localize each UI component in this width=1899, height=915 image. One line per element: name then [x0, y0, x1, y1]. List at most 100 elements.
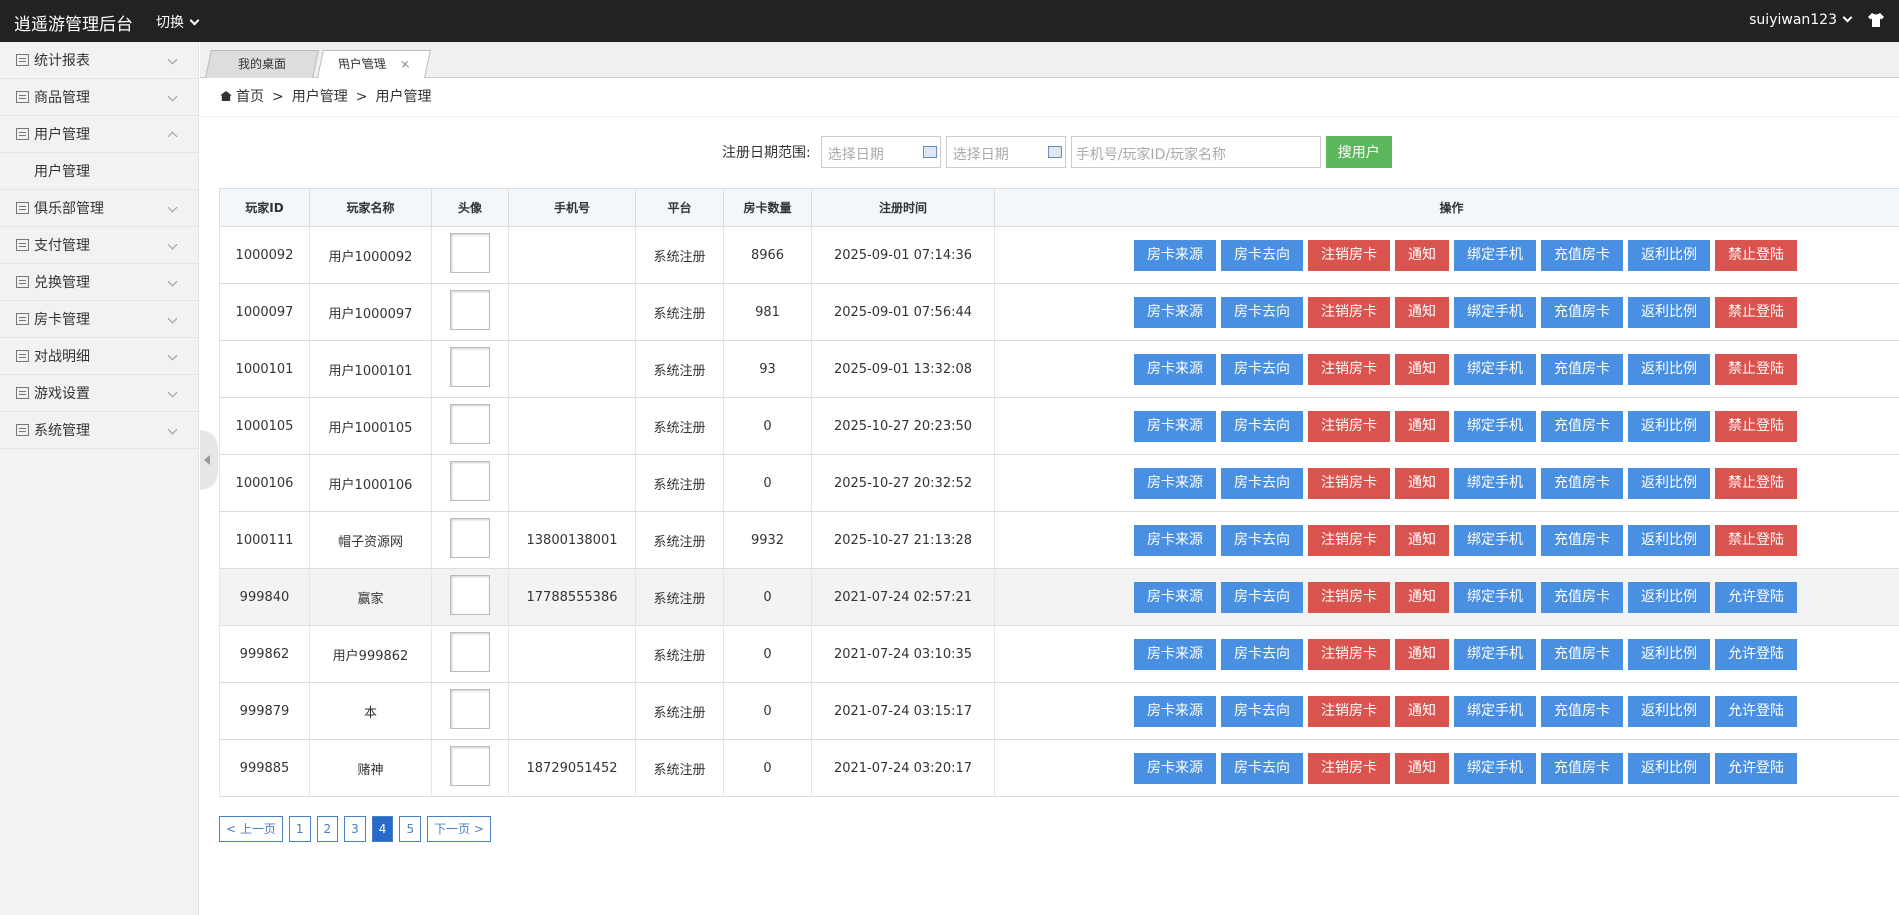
card-destination-button[interactable]: 房卡去向	[1221, 353, 1303, 385]
cancel-cards-button[interactable]: 注销房卡	[1308, 581, 1390, 613]
sidebar-item[interactable]: 系统管理	[0, 412, 198, 449]
page-button[interactable]: 4	[371, 816, 394, 842]
notify-button[interactable]: 通知	[1395, 638, 1449, 670]
card-destination-button[interactable]: 房卡去向	[1221, 410, 1303, 442]
recharge-cards-button[interactable]: 充值房卡	[1541, 581, 1623, 613]
breadcrumb-home[interactable]: 首页	[236, 89, 264, 105]
shirt-icon[interactable]	[1867, 11, 1885, 29]
card-destination-button[interactable]: 房卡去向	[1221, 752, 1303, 784]
recharge-cards-button[interactable]: 充值房卡	[1541, 752, 1623, 784]
sidebar-item[interactable]: 房卡管理	[0, 301, 198, 338]
sidebar-item[interactable]: 用户管理	[0, 116, 198, 153]
rebate-ratio-button[interactable]: 返利比例	[1628, 638, 1710, 670]
next-page-button[interactable]: 下一页 >	[427, 816, 491, 842]
login-toggle-button[interactable]: 允许登陆	[1715, 695, 1797, 727]
rebate-ratio-button[interactable]: 返利比例	[1628, 239, 1710, 271]
card-destination-button[interactable]: 房卡去向	[1221, 695, 1303, 727]
recharge-cards-button[interactable]: 充值房卡	[1541, 467, 1623, 499]
card-source-button[interactable]: 房卡来源	[1134, 296, 1216, 328]
card-destination-button[interactable]: 房卡去向	[1221, 581, 1303, 613]
rebate-ratio-button[interactable]: 返利比例	[1628, 296, 1710, 328]
cancel-cards-button[interactable]: 注销房卡	[1308, 296, 1390, 328]
cancel-cards-button[interactable]: 注销房卡	[1308, 524, 1390, 556]
prev-page-button[interactable]: < 上一页	[219, 816, 283, 842]
recharge-cards-button[interactable]: 充值房卡	[1541, 239, 1623, 271]
end-date-input[interactable]: 选择日期	[945, 136, 1066, 168]
recharge-cards-button[interactable]: 充值房卡	[1541, 524, 1623, 556]
bind-phone-button[interactable]: 绑定手机	[1454, 410, 1536, 442]
close-icon[interactable]: ×	[397, 51, 413, 77]
card-source-button[interactable]: 房卡来源	[1134, 410, 1216, 442]
notify-button[interactable]: 通知	[1395, 695, 1449, 727]
rebate-ratio-button[interactable]: 返利比例	[1628, 581, 1710, 613]
page-button[interactable]: 5	[399, 816, 422, 842]
card-source-button[interactable]: 房卡来源	[1134, 581, 1216, 613]
rebate-ratio-button[interactable]: 返利比例	[1628, 467, 1710, 499]
card-destination-button[interactable]: 房卡去向	[1221, 467, 1303, 499]
sidebar-item[interactable]: 统计报表	[0, 42, 198, 79]
user-menu[interactable]: suiyiwan123	[1749, 12, 1853, 28]
cancel-cards-button[interactable]: 注销房卡	[1308, 752, 1390, 784]
card-source-button[interactable]: 房卡来源	[1134, 239, 1216, 271]
recharge-cards-button[interactable]: 充值房卡	[1541, 353, 1623, 385]
login-toggle-button[interactable]: 禁止登陆	[1715, 410, 1797, 442]
sidebar-item[interactable]: 商品管理	[0, 79, 198, 116]
card-source-button[interactable]: 房卡来源	[1134, 524, 1216, 556]
card-destination-button[interactable]: 房卡去向	[1221, 239, 1303, 271]
sidebar-item[interactable]: 兑换管理	[0, 264, 198, 301]
sidebar-item[interactable]: 俱乐部管理	[0, 190, 198, 227]
notify-button[interactable]: 通知	[1395, 467, 1449, 499]
login-toggle-button[interactable]: 允许登陆	[1715, 638, 1797, 670]
cancel-cards-button[interactable]: 注销房卡	[1308, 353, 1390, 385]
notify-button[interactable]: 通知	[1395, 296, 1449, 328]
breadcrumb-level1[interactable]: 用户管理	[292, 89, 348, 105]
sidebar-item[interactable]: 支付管理	[0, 227, 198, 264]
login-toggle-button[interactable]: 禁止登陆	[1715, 467, 1797, 499]
rebate-ratio-button[interactable]: 返利比例	[1628, 353, 1710, 385]
page-button[interactable]: 2	[316, 816, 339, 842]
page-button[interactable]: 1	[288, 816, 311, 842]
start-date-input[interactable]: 选择日期	[820, 136, 941, 168]
login-toggle-button[interactable]: 禁止登陆	[1715, 296, 1797, 328]
cancel-cards-button[interactable]: 注销房卡	[1308, 467, 1390, 499]
recharge-cards-button[interactable]: 充值房卡	[1541, 695, 1623, 727]
rebate-ratio-button[interactable]: 返利比例	[1628, 410, 1710, 442]
rebate-ratio-button[interactable]: 返利比例	[1628, 752, 1710, 784]
search-input[interactable]: 手机号/玩家ID/玩家名称	[1070, 136, 1321, 168]
bind-phone-button[interactable]: 绑定手机	[1454, 695, 1536, 727]
card-source-button[interactable]: 房卡来源	[1134, 695, 1216, 727]
sidebar-subitem[interactable]: 用户管理	[0, 153, 198, 190]
sidebar-item[interactable]: 游戏设置	[0, 375, 198, 412]
bind-phone-button[interactable]: 绑定手机	[1454, 239, 1536, 271]
bind-phone-button[interactable]: 绑定手机	[1454, 581, 1536, 613]
recharge-cards-button[interactable]: 充值房卡	[1541, 410, 1623, 442]
login-toggle-button[interactable]: 允许登陆	[1715, 581, 1797, 613]
bind-phone-button[interactable]: 绑定手机	[1454, 524, 1536, 556]
card-source-button[interactable]: 房卡来源	[1134, 638, 1216, 670]
card-destination-button[interactable]: 房卡去向	[1221, 296, 1303, 328]
bind-phone-button[interactable]: 绑定手机	[1454, 296, 1536, 328]
notify-button[interactable]: 通知	[1395, 752, 1449, 784]
cancel-cards-button[interactable]: 注销房卡	[1308, 410, 1390, 442]
bind-phone-button[interactable]: 绑定手机	[1454, 638, 1536, 670]
recharge-cards-button[interactable]: 充值房卡	[1541, 638, 1623, 670]
switch-menu[interactable]: 切换	[156, 12, 200, 32]
tab-desktop[interactable]: 我的桌面	[205, 50, 319, 78]
login-toggle-button[interactable]: 允许登陆	[1715, 752, 1797, 784]
rebate-ratio-button[interactable]: 返利比例	[1628, 695, 1710, 727]
notify-button[interactable]: 通知	[1395, 581, 1449, 613]
card-source-button[interactable]: 房卡来源	[1134, 752, 1216, 784]
card-source-button[interactable]: 房卡来源	[1134, 353, 1216, 385]
card-source-button[interactable]: 房卡来源	[1134, 467, 1216, 499]
notify-button[interactable]: 通知	[1395, 410, 1449, 442]
card-destination-button[interactable]: 房卡去向	[1221, 524, 1303, 556]
sidebar-collapse-button[interactable]	[200, 430, 218, 490]
login-toggle-button[interactable]: 禁止登陆	[1715, 353, 1797, 385]
login-toggle-button[interactable]: 禁止登陆	[1715, 239, 1797, 271]
sidebar-item[interactable]: 对战明细	[0, 338, 198, 375]
notify-button[interactable]: 通知	[1395, 239, 1449, 271]
login-toggle-button[interactable]: 禁止登陆	[1715, 524, 1797, 556]
cancel-cards-button[interactable]: 注销房卡	[1308, 695, 1390, 727]
recharge-cards-button[interactable]: 充值房卡	[1541, 296, 1623, 328]
notify-button[interactable]: 通知	[1395, 524, 1449, 556]
